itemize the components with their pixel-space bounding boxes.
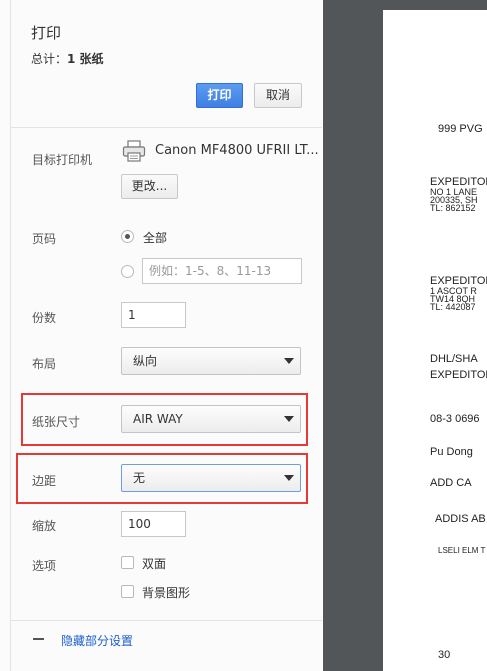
collapse-icon[interactable] xyxy=(33,638,44,640)
margins-label: 边距 xyxy=(32,474,57,488)
pages-all-radio[interactable] xyxy=(121,230,134,243)
print-preview-area: 999 PVG EXPEDITOR NO 1 LANE 200335, SH T… xyxy=(323,0,487,671)
chevron-down-icon xyxy=(284,416,294,422)
sheet-total: 总计：1 张纸 xyxy=(31,50,104,67)
options-label: 选项 xyxy=(32,559,57,573)
duplex-checkbox[interactable] xyxy=(121,556,134,569)
preview-line: 999 PVG xyxy=(438,123,483,135)
background-graphics-label: 背景图形 xyxy=(142,586,191,600)
preview-line: TL: 442087 xyxy=(430,302,476,312)
preview-line: 30 xyxy=(438,649,451,661)
layout-value: 纵向 xyxy=(133,354,158,368)
preview-line: EXPEDITOR xyxy=(430,369,487,381)
total-value: 1 张纸 xyxy=(67,52,104,66)
pages-label: 页码 xyxy=(32,232,57,246)
pages-custom-radio[interactable] xyxy=(121,265,134,278)
paper-size-label: 纸张尺寸 xyxy=(32,415,81,429)
scale-label: 缩放 xyxy=(32,519,57,533)
preview-line: LSELI ELM T xyxy=(438,546,486,555)
destination-label: 目标打印机 xyxy=(32,153,93,167)
paper-size-select[interactable]: AIR WAY xyxy=(121,405,301,433)
scale-input[interactable]: 100 xyxy=(121,511,186,537)
layout-select[interactable]: 纵向 xyxy=(121,347,301,375)
printer-name: Canon MF4800 UFRII LT... xyxy=(155,143,319,158)
margins-select[interactable]: 无 xyxy=(121,464,301,492)
total-prefix: 总计： xyxy=(31,52,68,66)
chevron-down-icon xyxy=(284,358,294,364)
copies-input[interactable]: 1 xyxy=(121,302,186,328)
print-settings-panel: 打印 总计：1 张纸 打印 取消 目标打印机 Canon MF4800 UFRI… xyxy=(0,0,322,671)
preview-line: ADDIS AB xyxy=(435,513,486,525)
pages-custom-input[interactable]: 例如：1-5、8、11-13 xyxy=(142,258,302,284)
cancel-button[interactable]: 取消 xyxy=(254,83,302,108)
chevron-down-icon xyxy=(284,475,294,481)
margins-value: 无 xyxy=(133,471,146,485)
preview-line: ADD CA xyxy=(430,477,472,489)
hide-settings-link[interactable]: 隐藏部分设置 xyxy=(61,632,133,649)
paper-size-value: AIR WAY xyxy=(133,412,183,426)
pages-all-label: 全部 xyxy=(143,231,168,245)
preview-line: 08-3 0696 xyxy=(430,413,480,425)
header-divider xyxy=(11,127,322,128)
footer-divider xyxy=(11,620,322,621)
layout-label: 布局 xyxy=(32,357,57,371)
duplex-label: 双面 xyxy=(142,557,167,571)
dialog-title: 打印 xyxy=(31,24,62,42)
print-button[interactable]: 打印 xyxy=(196,83,243,108)
preview-page[interactable]: 999 PVG EXPEDITOR NO 1 LANE 200335, SH T… xyxy=(383,10,487,671)
preview-line: TL: 862152 xyxy=(430,203,476,213)
background-graphics-checkbox[interactable] xyxy=(121,585,134,598)
copies-label: 份数 xyxy=(32,311,57,325)
pages-custom-placeholder: 例如：1-5、8、11-13 xyxy=(149,264,272,278)
preview-line: DHL/SHA xyxy=(430,353,478,365)
printer-icon xyxy=(122,140,146,162)
preview-line: Pu Dong xyxy=(430,446,473,458)
change-printer-button[interactable]: 更改... xyxy=(121,174,178,199)
